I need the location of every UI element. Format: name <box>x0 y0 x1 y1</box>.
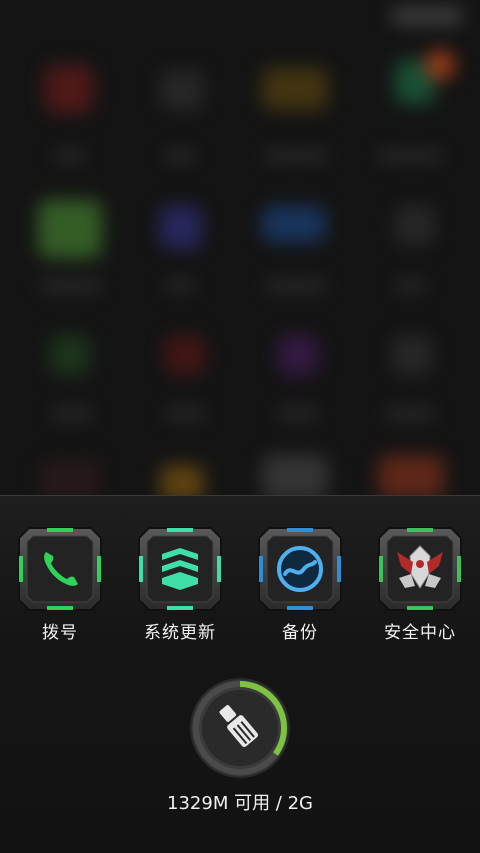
recent-apps-panel: 拨号 系统更新 备份 安全中心 1329M 可用 / 2G <box>0 495 480 853</box>
recent-app-label: 备份 <box>282 623 318 643</box>
recent-app-dialer[interactable]: 拨号 <box>0 526 120 643</box>
memory-status-text: 1329M 可用 / 2G <box>167 793 313 814</box>
recent-app-backup[interactable]: 备份 <box>240 526 360 643</box>
recent-app-label: 拨号 <box>42 623 78 643</box>
memory-cleaner-button[interactable] <box>188 676 292 780</box>
recent-apps-row: 拨号 系统更新 备份 安全中心 <box>0 526 480 646</box>
phone-icon <box>18 527 102 611</box>
security-center-icon <box>378 527 462 611</box>
recent-app-label: 系统更新 <box>144 623 216 643</box>
system-update-icon <box>138 527 222 611</box>
recent-app-security-center[interactable]: 安全中心 <box>360 526 480 643</box>
recent-app-system-update[interactable]: 系统更新 <box>120 526 240 643</box>
backup-icon <box>258 527 342 611</box>
recent-apps-screen: 拨号 系统更新 备份 安全中心 1329M 可用 / 2G <box>0 0 480 853</box>
recent-app-label: 安全中心 <box>384 623 456 643</box>
status-bar <box>392 8 462 24</box>
